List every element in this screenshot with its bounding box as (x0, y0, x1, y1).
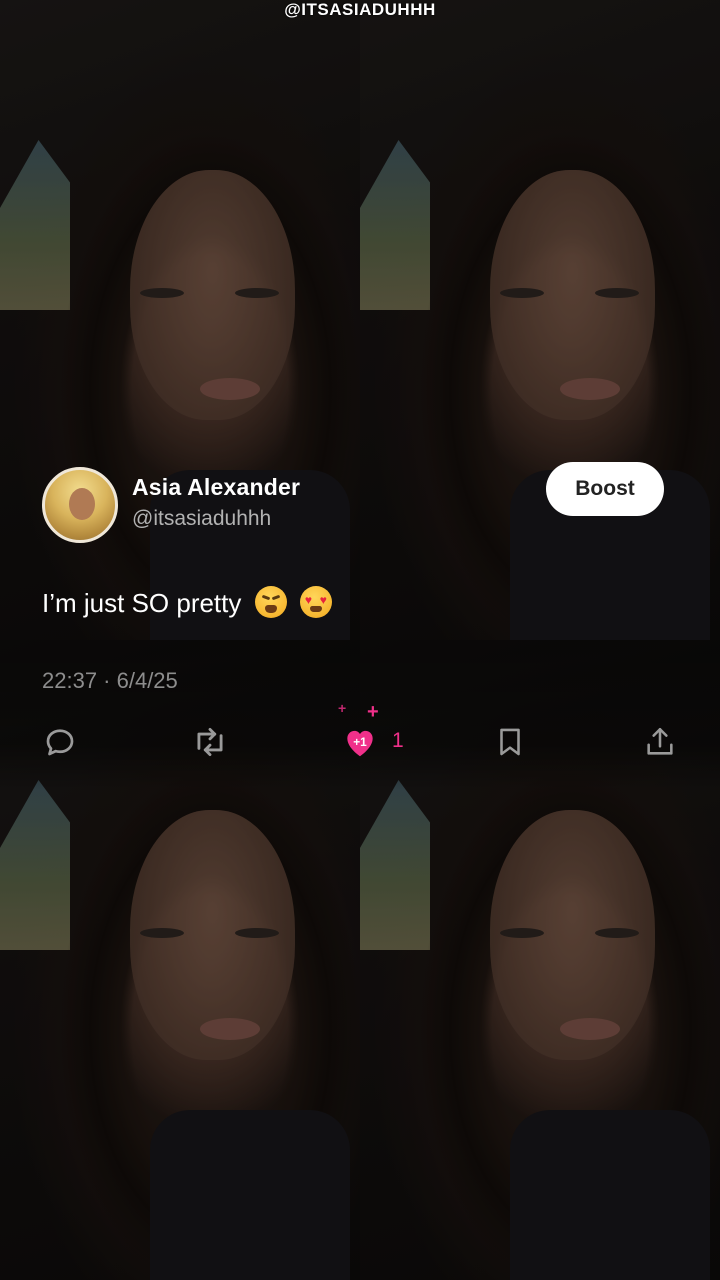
like-button[interactable]: +1 (340, 722, 380, 762)
bookmark-icon (500, 728, 520, 756)
heart-eyes-emoji: ♥ ♥ (299, 586, 332, 618)
share-icon (647, 727, 673, 755)
boost-button[interactable]: Boost (546, 462, 664, 516)
like-badge: +1 (353, 735, 367, 749)
bookmark-button[interactable] (490, 722, 530, 762)
tweet-timestamp: 22:37 · 6/4/25 (42, 668, 178, 693)
share-button[interactable] (640, 722, 680, 762)
speech-bubble-icon (46, 729, 74, 756)
sparkle-icon: + (367, 701, 379, 723)
heart-icon: +1 (347, 730, 373, 757)
weary-face-emoji (254, 586, 287, 618)
retweet-button[interactable] (190, 722, 230, 762)
reply-button[interactable] (40, 722, 80, 762)
display-name[interactable]: Asia Alexander (132, 474, 300, 501)
tweet-text-body: I’m just SO pretty (42, 588, 242, 618)
user-handle[interactable]: @itsasiaduhhh (132, 507, 271, 531)
photo-grid (0, 0, 720, 1280)
avatar[interactable] (42, 467, 118, 543)
retweet-icon (197, 727, 223, 757)
like-count: 1 (392, 729, 404, 752)
watermark: @ITSASIADUHHH (284, 0, 436, 19)
sparkle-icon: + (338, 700, 347, 716)
tweet-text: I’m just SO pretty ♥ ♥ (42, 586, 332, 619)
